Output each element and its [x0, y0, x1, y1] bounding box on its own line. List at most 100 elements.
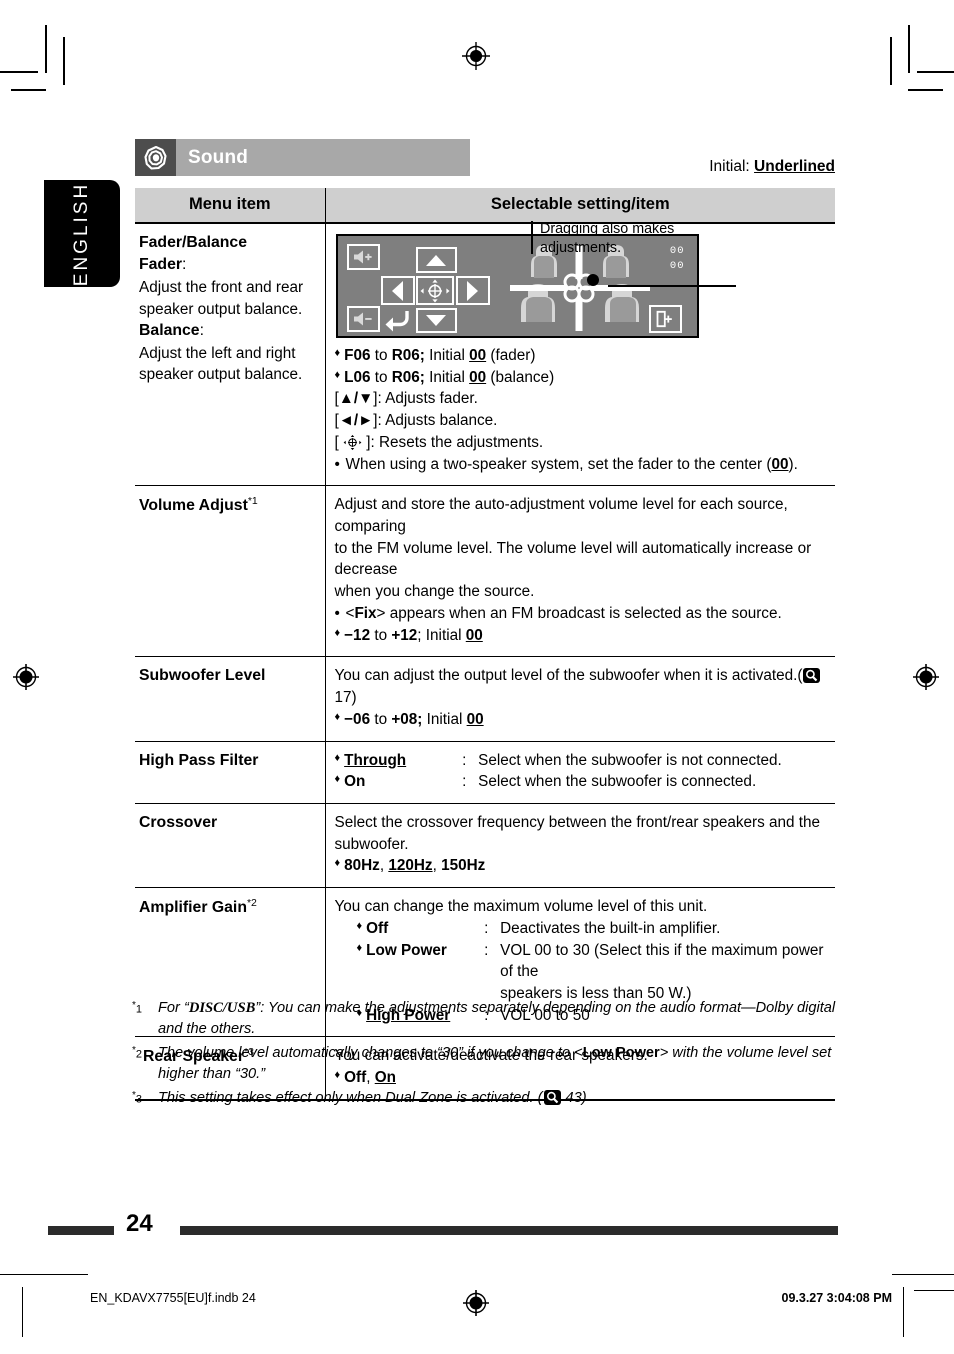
up-arrow-button[interactable] [415, 247, 457, 273]
volume-up-icon[interactable] [346, 244, 380, 270]
column-header-selectable: Selectable setting/item [325, 188, 835, 224]
magnifier-reference-icon [803, 668, 821, 684]
setting-line: ♦ −12 to +12; Initial 00 [334, 626, 483, 644]
crop-mark-tl-v [45, 25, 47, 73]
setting-line: ♦ L06 to R06; Initial 00 (balance) [334, 368, 555, 386]
callout-leader-line [607, 285, 736, 287]
setting-cell-fader-balance: 00 00 Dragging also makes adjustments. ♦… [325, 221, 835, 487]
menu-subtitle-fader: Fader: [139, 256, 187, 274]
setting-cell-volume-adjust: Adjust and store the auto-adjustment vol… [325, 485, 835, 658]
menu-title: Crossover [139, 813, 218, 831]
registration-mark-right [912, 663, 940, 691]
setting-line: [◄/►]: Adjusts balance. [334, 412, 498, 430]
menu-desc: Adjust the front and rear [139, 278, 304, 296]
option-desc: Select when the subwoofer is not connect… [478, 751, 782, 769]
initial-note-value: Underlined [754, 158, 835, 175]
callout-tick [531, 221, 533, 254]
setting-line: • When using a two-speaker system, set th… [334, 455, 798, 473]
footnote-item: *1 For “DISC/USB”: You can make the adju… [132, 998, 838, 1041]
table-row: Fader/Balance Fader: Adjust the front an… [135, 221, 835, 487]
setting-cell-subwoofer-level: You can adjust the output level of the s… [325, 656, 835, 742]
menu-desc: speaker output balance. [139, 366, 303, 384]
menu-cell-fader-balance: Fader/Balance Fader: Adjust the front an… [135, 223, 326, 487]
setting-line: ♦ 80Hz, 120Hz, 150Hz [334, 857, 486, 875]
footnote-text: The volume level automatically changes t… [158, 1044, 832, 1083]
option-row: ♦ Low Power : VOL 00 to 30 (Select this … [335, 940, 830, 983]
crop-mark-tl-h [0, 71, 38, 73]
setting-line: ♦ F06 to R06; Initial 00 (fader) [334, 347, 536, 364]
menu-title: Volume Adjust [139, 497, 248, 515]
crop-mark-tl-v2 [63, 37, 65, 85]
menu-footnote-ref: *2 [246, 897, 257, 910]
callout-dragging-note: Dragging also makes adjustments. [540, 221, 675, 257]
menu-title: Subwoofer Level [139, 667, 266, 685]
footer-bar-segment-right [180, 1226, 838, 1235]
option-row: ♦ On : Select when the subwoofer is conn… [335, 771, 830, 793]
table-row: High Pass Filter ♦ Through : Select when… [135, 741, 835, 804]
registration-mark-bottom [462, 1289, 490, 1317]
footnote-item: *3 This setting takes effect only when D… [132, 1088, 838, 1109]
right-arrow-button[interactable] [455, 276, 490, 305]
exit-button[interactable] [648, 305, 682, 333]
sound-settings-table: Menu item Selectable setting/item Fader/… [135, 188, 835, 1101]
language-tab-label: ENGLISH [71, 181, 92, 286]
table-header-row: Menu item Selectable setting/item [135, 188, 835, 224]
down-arrow-button[interactable] [415, 308, 457, 333]
magnifier-reference-icon [543, 1089, 561, 1105]
setting-line: subwoofer. [334, 835, 409, 853]
option-name: Through [344, 751, 407, 769]
sound-speaker-icon [135, 139, 176, 176]
menu-desc: speaker output balance. [139, 300, 303, 318]
reset-center-button[interactable] [415, 276, 454, 305]
crop-mark-tr-h [917, 71, 954, 73]
setting-line: • <Fix> appears when an FM broadcast is s… [334, 604, 782, 622]
menu-cell-high-pass-filter: High Pass Filter [135, 741, 326, 804]
setting-line: You can adjust the output level of the s… [335, 665, 830, 708]
setting-line: Select the crossover frequency between t… [334, 813, 821, 831]
slug-rule-right [892, 1274, 954, 1275]
crop-mark-tr-h2 [908, 89, 943, 91]
page-footer-bar: 24 [48, 1210, 838, 1238]
footnote-mark: *2 [132, 1044, 143, 1061]
footnote-mark: *3 [132, 1089, 143, 1106]
balance-readout-value: 00 [669, 260, 685, 272]
menu-title: Amplifier Gain [139, 899, 247, 917]
setting-line: Adjust and store the auto-adjustment vol… [334, 496, 788, 536]
slug-rule-right-2 [914, 1290, 954, 1291]
setting-line: You can change the maximum volume level … [334, 898, 708, 916]
footer-bar-segment-left [48, 1226, 114, 1235]
back-return-button[interactable] [383, 306, 413, 333]
option-name: Off [366, 919, 389, 937]
option-colon: : [484, 941, 489, 959]
setting-line: to the FM volume level. The volume level… [334, 539, 812, 579]
option-desc: Select when the subwoofer is connected. [478, 773, 757, 791]
crop-mark-tl-h2 [11, 89, 46, 91]
slug-divider-right [903, 1287, 904, 1337]
option-colon: : [484, 919, 489, 937]
left-arrow-button[interactable] [380, 276, 415, 305]
option-colon: : [462, 751, 467, 769]
option-row: ♦ Off : Deactivates the built-in amplifi… [335, 918, 830, 940]
column-header-menu-item: Menu item [135, 188, 326, 224]
slug-divider-left [22, 1287, 23, 1337]
slug-rule-left [0, 1274, 88, 1275]
table-row: Subwoofer Level You can adjust the outpu… [135, 656, 835, 742]
option-row: ♦ Through : Select when the subwoofer is… [335, 750, 830, 772]
crop-mark-tr-v2 [890, 37, 892, 85]
option-desc: VOL 00 to 30 (Select this if the maximum… [500, 941, 824, 981]
menu-desc: Adjust the left and right [139, 344, 296, 362]
volume-down-icon[interactable] [346, 306, 380, 332]
section-title: Sound [188, 146, 249, 168]
option-desc: Deactivates the built-in amplifier. [500, 919, 721, 937]
setting-line: when you change the source. [334, 583, 535, 601]
initial-underlined-note: Initial: Underlined [709, 158, 835, 176]
setting-line: [ ]: Resets the adjustments. [334, 433, 544, 451]
menu-cell-subwoofer-level: Subwoofer Level [135, 656, 326, 742]
setting-line: ♦ −06 to +08; Initial 00 [334, 710, 484, 728]
menu-title: High Pass Filter [139, 751, 259, 769]
section-header-sound: Sound [135, 139, 470, 176]
option-name: On [344, 773, 366, 791]
reset-crosshair-icon [343, 434, 362, 450]
table-row: Volume Adjust*1 Adjust and store the aut… [135, 485, 835, 658]
menu-cell-crossover: Crossover [135, 803, 326, 889]
